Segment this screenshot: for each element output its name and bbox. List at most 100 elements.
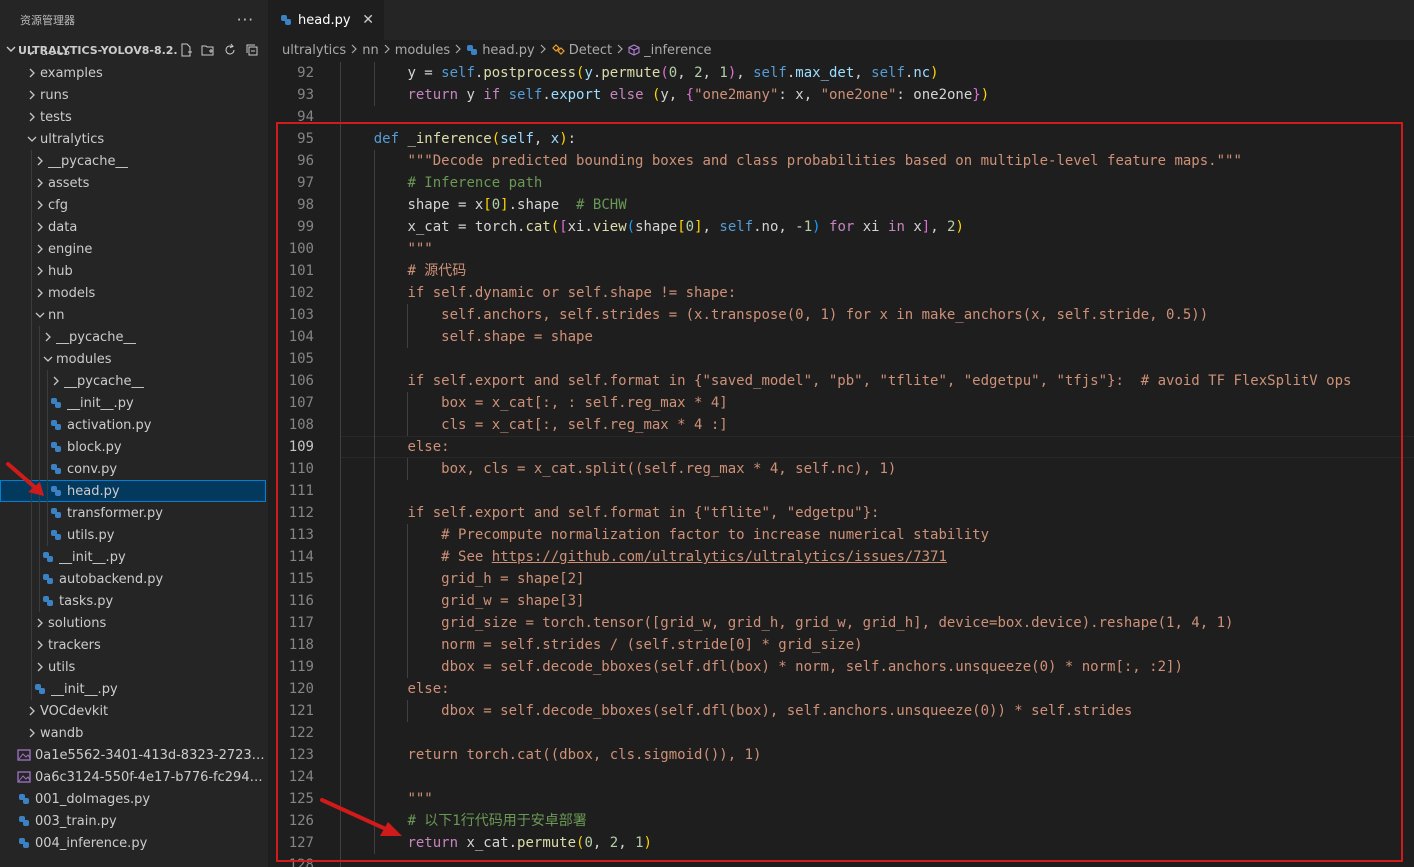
code-line[interactable]: 119 dbox = self.decode_bboxes(self.dfl(bo… [268,656,1414,678]
folder-item[interactable]: models [0,282,266,304]
folder-item[interactable]: nn [0,304,266,326]
code-token: y, [660,87,686,103]
code-line[interactable]: 98 shape = x[0].shape # BCHW [268,194,1414,216]
code-line[interactable]: 101 # 源代码 [268,260,1414,282]
code-line[interactable]: 103 self.anchors, self.strides = (x.trans… [268,304,1414,326]
tree-item-label: models [48,285,96,301]
folder-item[interactable]: VOCdevkit [0,700,266,722]
code-line[interactable]: 118 norm = self.strides / (self.stride[0]… [268,634,1414,656]
code-token: , [736,65,754,81]
folder-item[interactable]: __pycache__ [0,150,266,172]
folder-item[interactable]: runs [0,84,266,106]
close-tab-icon[interactable]: ✕ [362,12,374,28]
line-code: grid_h = shape[2] [441,568,584,590]
code-line[interactable]: 116 grid_w = shape[3] [268,590,1414,612]
code-line[interactable]: 93 return y if self.export else (y, {"one… [268,84,1414,106]
code-line[interactable]: 122 [268,722,1414,744]
code-token: : one2one [896,87,973,103]
code-view[interactable]: 92 y = self.postprocess(y.permute(0, 2, 1… [268,62,1414,867]
code-line[interactable]: 120 else: [268,678,1414,700]
code-line[interactable]: 106 if self.export and self.format in {"s… [268,370,1414,392]
file-item[interactable]: __init__.py [0,678,266,700]
code-line[interactable]: 96 """Decode predicted bounding boxes and… [268,150,1414,172]
breadcrumb-item[interactable]: _inference [644,43,711,58]
code-token: , [533,131,551,147]
file-item[interactable]: 0a1e5562-3401-413d-8323-27238eeb... [0,744,266,766]
tab-head-py[interactable]: head.py ✕ [268,0,384,40]
code-token: ) [643,835,652,851]
folder-item[interactable]: wandb [0,722,266,744]
code-line[interactable]: 124 [268,766,1414,788]
code-token: else [609,87,644,103]
tree-item-label: transformer.py [67,505,163,521]
folder-item[interactable]: solutions [0,612,266,634]
line-number: 111 [288,483,314,499]
code-line[interactable]: 97 # Inference path [268,172,1414,194]
code-line[interactable]: 111 [268,480,1414,502]
code-line[interactable]: 107 box = x_cat[:, : self.reg_max * 4] [268,392,1414,414]
code-line[interactable]: 99 x_cat = torch.cat([xi.view(shape[0], s… [268,216,1414,238]
more-actions-button[interactable]: ··· [237,11,254,29]
code-line[interactable]: 125 """ [268,788,1414,810]
code-line[interactable]: 114 # See https://github.com/ultralytics/… [268,546,1414,568]
breadcrumb-item[interactable]: modules [395,43,451,58]
code-line[interactable]: 95 def _inference(self, x): [268,128,1414,150]
code-line[interactable]: 94 [268,106,1414,128]
current-line-highlight [340,436,1414,458]
code-line[interactable]: 123 return torch.cat((dbox, cls.sigmoid()… [268,744,1414,766]
file-item[interactable]: 0a6c3124-550f-4e17-b776-fc29446e8... [0,766,266,788]
folder-item[interactable]: data [0,216,266,238]
code-line[interactable]: 108 cls = x_cat[:, self.reg_max * 4 :] [268,414,1414,436]
folder-item[interactable]: docs [0,51,266,62]
folder-item[interactable]: cfg [0,194,266,216]
code-line[interactable]: 102 if self.dynamic or self.shape != shap… [268,282,1414,304]
code-line[interactable]: 110 box, cls = x_cat.split((self.reg_max … [268,458,1414,480]
code-line[interactable]: 126 # 以下1行代码用于安卓部署 [268,810,1414,832]
breadcrumb-item[interactable]: nn [362,43,378,58]
breadcrumb-item[interactable]: ultralytics [282,43,346,58]
chevron-right-icon [48,370,64,392]
line-number: 114 [288,549,314,565]
folder-item[interactable]: utils [0,656,266,678]
line-number: 103 [288,307,314,323]
code-token: } [972,87,981,103]
code-line[interactable]: 127 return x_cat.permute(0, 2, 1) [268,832,1414,854]
code-line[interactable]: 121 dbox = self.decode_bboxes(self.dfl(bo… [268,700,1414,722]
code-line[interactable]: 104 self.shape = shape [268,326,1414,348]
code-token: grid_size = torch.tensor([grid_w, grid_h… [441,615,1234,631]
line-number: 128 [288,857,314,867]
folder-item[interactable]: tests [0,106,266,128]
line-code: x_cat = torch.cat([xi.view(shape[0], sel… [407,216,963,238]
editor-area: head.py ✕ ultralytics nn modules head.py Det… [268,0,1414,867]
code-token: ] [694,219,703,235]
code-line[interactable]: 117 grid_size = torch.tensor([grid_w, gri… [268,612,1414,634]
code-token: shape = x [407,197,484,213]
folder-item[interactable]: examples [0,62,266,84]
folder-item[interactable]: engine [0,238,266,260]
folder-item[interactable]: hub [0,260,266,282]
line-code: else: [407,436,449,458]
file-item[interactable]: 001_doImages.py [0,788,266,810]
code-line[interactable]: 115 grid_h = shape[2] [268,568,1414,590]
file-item[interactable]: 004_inference.py [0,832,266,854]
folder-item[interactable]: ultralytics [0,128,266,150]
tree-item-label: 0a1e5562-3401-413d-8323-27238eeb... [35,747,266,763]
folder-item[interactable]: assets [0,172,266,194]
code-line[interactable]: 113 # Precompute normalization factor to … [268,524,1414,546]
code-line[interactable]: 105 [268,348,1414,370]
code-line[interactable]: 128 [268,854,1414,867]
code-token: self [871,65,905,81]
code-line[interactable]: 92 y = self.postprocess(y.permute(0, 2, 1… [268,62,1414,84]
file-item[interactable]: 003_train.py [0,810,266,832]
python-file-icon [32,678,48,700]
breadcrumb-item[interactable]: head.py [482,43,535,58]
folder-item[interactable]: trackers [0,634,266,656]
code-line[interactable]: 112 if self.export and self.format in {"t… [268,502,1414,524]
code-line[interactable]: 109 else: [268,436,1414,458]
code-token: # Inference path [407,175,543,191]
code-line[interactable]: 100 """ [268,238,1414,260]
code-token: shape [635,219,678,235]
breadcrumb-item[interactable]: Detect [569,43,612,58]
